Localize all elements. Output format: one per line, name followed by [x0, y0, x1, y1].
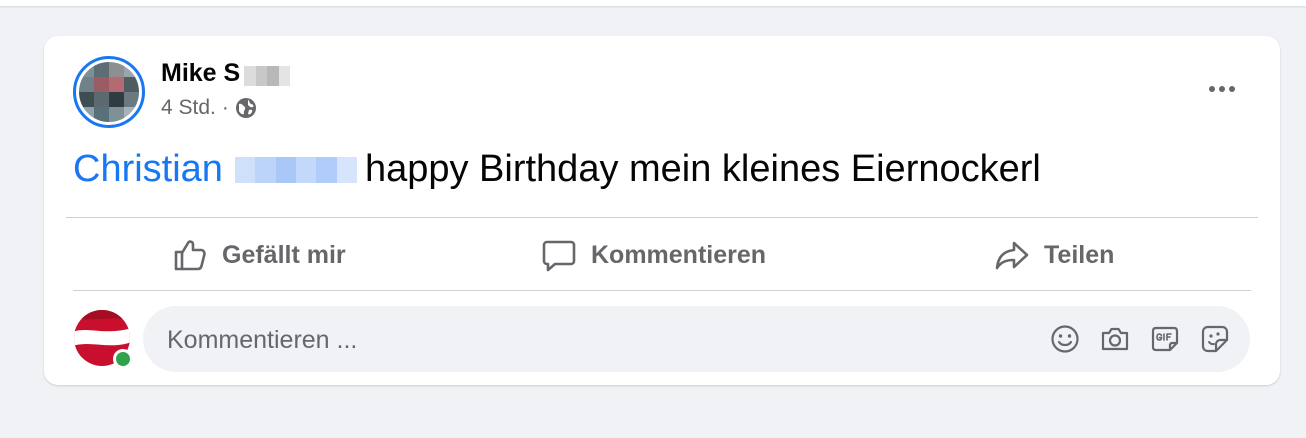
more-horizontal-icon: [1219, 86, 1225, 92]
more-horizontal-icon: [1229, 86, 1235, 92]
meta-separator: ·: [221, 96, 229, 119]
share-label: Teilen: [1044, 240, 1115, 269]
post-text: happy Birthday mein kleines Eiernockerl: [364, 148, 1041, 190]
globe-icon[interactable]: [235, 97, 257, 119]
mention-link[interactable]: Christian: [73, 148, 223, 191]
comment-button[interactable]: Kommentieren: [541, 234, 766, 276]
post-body: Christian happy Birthday mein kleines Ei…: [73, 148, 1041, 191]
thumbs-up-icon: [174, 240, 206, 271]
gif-icon[interactable]: [1149, 323, 1181, 355]
more-options-button[interactable]: [1200, 74, 1244, 104]
like-button[interactable]: Gefällt mir: [172, 234, 346, 276]
divider: [73, 290, 1251, 291]
more-horizontal-icon: [1209, 86, 1215, 92]
top-bar: [0, 0, 1306, 6]
comment-bubble-icon: [542, 240, 576, 272]
comment-input[interactable]: [165, 306, 1029, 374]
divider: [66, 217, 1258, 218]
share-arrow-icon: [995, 241, 1029, 270]
sticker-icon[interactable]: [1199, 323, 1231, 355]
camera-icon[interactable]: [1099, 323, 1131, 355]
post-meta: 4 Std. ·: [161, 96, 257, 120]
comment-label: Kommentieren: [591, 240, 767, 269]
like-label: Gefällt mir: [222, 240, 346, 269]
author-avatar[interactable]: [73, 56, 145, 128]
post-time[interactable]: 4 Std.: [161, 96, 216, 120]
author-name[interactable]: Mike S: [161, 59, 240, 88]
comment-box: [143, 306, 1250, 374]
online-status-indicator: [113, 349, 133, 369]
mention-redaction: [234, 156, 357, 183]
emoji-icon[interactable]: [1049, 323, 1081, 355]
post-card: Mike S 4 Std. · Christian happy Birthday…: [44, 36, 1280, 385]
author-avatar-image: [79, 62, 139, 122]
author-name-redaction: [244, 66, 290, 86]
share-button[interactable]: Teilen: [994, 234, 1114, 276]
